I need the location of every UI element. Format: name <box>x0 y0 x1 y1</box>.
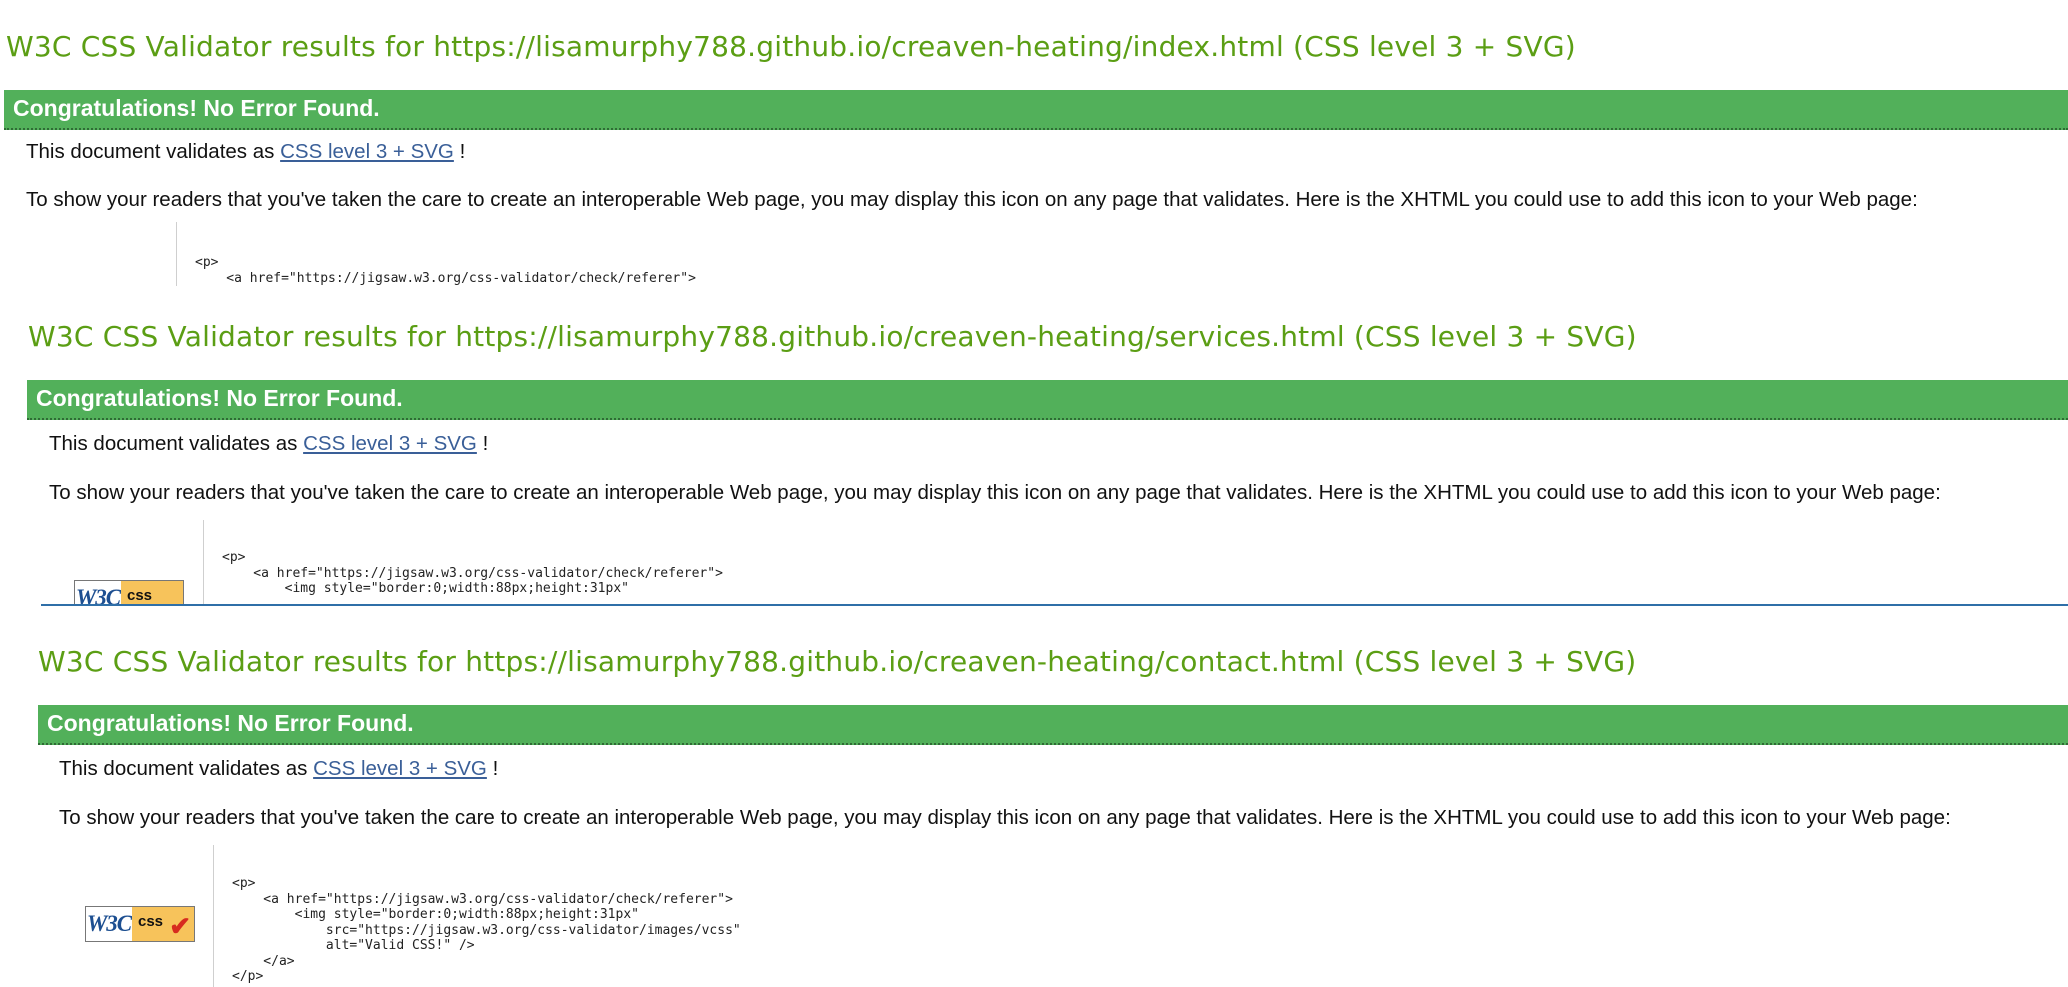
banner-text: Congratulations! No Error Found. <box>36 385 403 411</box>
checkmark-icon: ✔ <box>169 911 191 941</box>
result-panel-contact: W3C CSS Validator results for https://li… <box>35 625 2068 987</box>
w3c-logo-icon: W3C <box>86 907 132 941</box>
results-title-contact: W3C CSS Validator results for https://li… <box>38 645 1637 678</box>
show-readers-text-index: To show your readers that you've taken t… <box>26 188 1918 211</box>
banner-text: Congratulations! No Error Found. <box>47 710 414 736</box>
validates-line-services: This document validates as CSS level 3 +… <box>49 432 489 455</box>
w3c-css-badge[interactable]: W3C css ✔ <box>85 906 195 942</box>
css-level-link[interactable]: CSS level 3 + SVG <box>280 140 454 163</box>
success-banner-contact: Congratulations! No Error Found. <box>38 705 2068 745</box>
result-panel-services: W3C CSS Validator results for https://li… <box>27 300 2068 606</box>
code-snippet-services: <p> <a href="https://jigsaw.w3.org/css-v… <box>203 520 1003 606</box>
css-level-link[interactable]: CSS level 3 + SVG <box>313 757 487 780</box>
show-readers-text-services: To show your readers that you've taken t… <box>49 481 1941 504</box>
banner-text: Congratulations! No Error Found. <box>13 95 380 121</box>
w3c-logo-icon: W3C <box>75 581 121 606</box>
css-logo-label: css <box>121 581 183 606</box>
section-divider <box>41 604 2068 606</box>
css-level-link[interactable]: CSS level 3 + SVG <box>303 432 477 455</box>
show-readers-text-contact: To show your readers that you've taken t… <box>59 806 1951 829</box>
code-snippet-index: <p> <a href="https://jigsaw.w3.org/css-v… <box>176 222 876 286</box>
validates-line-contact: This document validates as CSS level 3 +… <box>59 757 499 780</box>
success-banner-services: Congratulations! No Error Found. <box>27 380 2068 420</box>
results-title-services: W3C CSS Validator results for https://li… <box>28 320 1637 353</box>
code-snippet-contact: <p> <a href="https://jigsaw.w3.org/css-v… <box>213 845 1013 987</box>
validates-line-index: This document validates as CSS level 3 +… <box>26 140 466 163</box>
w3c-css-badge[interactable]: W3C css <box>74 580 184 606</box>
result-panel-index: W3C CSS Validator results for https://li… <box>0 0 2068 290</box>
results-title-index: W3C CSS Validator results for https://li… <box>6 30 1576 63</box>
success-banner-index: Congratulations! No Error Found. <box>4 90 2068 130</box>
